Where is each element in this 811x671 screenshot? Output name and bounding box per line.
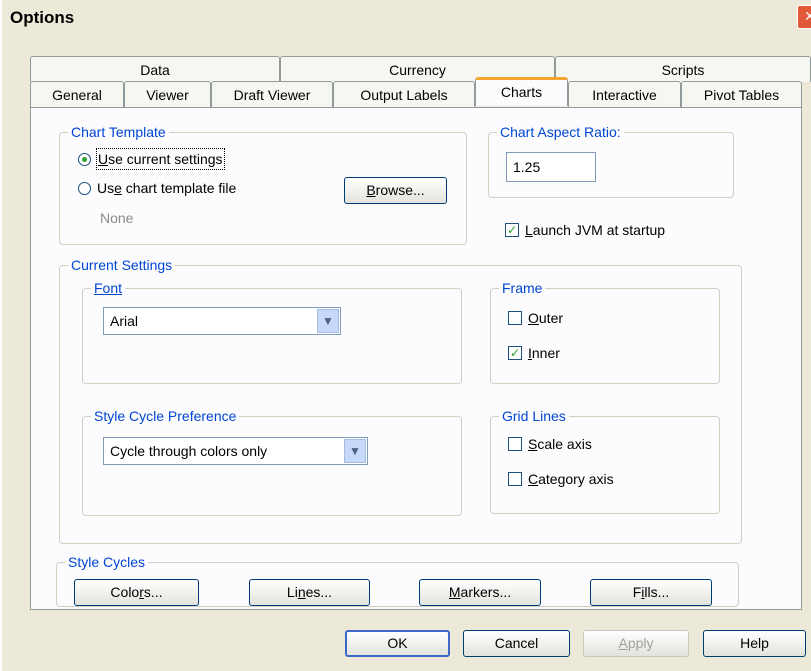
style-cycles-group: Style Cycles Colors... Lines... Markers.… [56, 554, 739, 607]
ok-button[interactable]: OK [345, 630, 450, 657]
tab-label: Viewer [146, 87, 189, 103]
close-button[interactable]: ✕ [797, 5, 811, 29]
chevron-down-icon[interactable]: ▼ [344, 439, 366, 463]
tab-viewer[interactable]: Viewer [124, 81, 211, 107]
font-group: Font Arial ▼ [82, 280, 462, 384]
checkbox-label: Inner [528, 345, 560, 361]
template-file-name: None [100, 210, 134, 226]
select-value: Arial [110, 313, 139, 329]
radio-label: Use current settings [96, 148, 225, 170]
use-current-settings-radio[interactable]: Use current settings [78, 148, 225, 170]
close-icon: ✕ [804, 8, 811, 24]
tab-label: Scripts [661, 62, 705, 78]
frame-group: Frame Outer ✓ Inner [490, 280, 720, 384]
tab-scripts[interactable]: Scripts [555, 56, 811, 82]
category-axis-checkbox[interactable]: Category axis [508, 469, 614, 489]
checkbox-label: Scale axis [528, 436, 592, 452]
checkbox-icon [508, 311, 522, 325]
tab-label: General [52, 87, 102, 103]
checkbox-icon [508, 472, 522, 486]
tab-label: Output Labels [360, 87, 448, 103]
group-label: Frame [499, 280, 546, 296]
tab-charts[interactable]: Charts [475, 77, 568, 106]
chart-template-group: Chart Template Use current settings Use … [59, 124, 467, 245]
group-label: Style Cycle Preference [91, 408, 240, 424]
tab-label: Interactive [592, 87, 657, 103]
markers-button[interactable]: Markers... [419, 579, 541, 606]
tab-label: Currency [389, 62, 446, 78]
lines-button[interactable]: Lines... [249, 579, 370, 606]
tab-draft-viewer[interactable]: Draft Viewer [211, 81, 333, 107]
window-title: Options [10, 8, 75, 27]
grid-lines-group: Grid Lines Scale axis Category axis [490, 408, 720, 514]
checkmark-icon: ✓ [505, 223, 519, 237]
help-button[interactable]: Help [703, 630, 806, 657]
tab-pivot-tables[interactable]: Pivot Tables [681, 81, 802, 107]
tab-label: Draft Viewer [233, 87, 311, 103]
aspect-ratio-input[interactable]: 1.25 [506, 152, 596, 182]
use-template-file-radio[interactable]: Use chart template file [78, 178, 236, 198]
colors-button[interactable]: Colors... [74, 579, 199, 606]
chevron-down-icon[interactable]: ▼ [317, 309, 339, 333]
font-select[interactable]: Arial ▼ [103, 307, 341, 335]
tab-output-labels[interactable]: Output Labels [333, 81, 475, 107]
scale-axis-checkbox[interactable]: Scale axis [508, 434, 592, 454]
group-label: Font [91, 280, 126, 296]
title-bar: Options ✕ [2, 0, 811, 34]
group-label: Style Cycles [65, 554, 149, 570]
radio-icon [78, 152, 91, 166]
tab-data[interactable]: Data [30, 56, 280, 82]
style-cycle-select[interactable]: Cycle through colors only ▼ [103, 437, 368, 465]
tab-label: Charts [500, 84, 543, 100]
checkbox-label: Category axis [528, 471, 614, 487]
radio-icon [78, 181, 91, 195]
inner-frame-checkbox[interactable]: ✓ Inner [508, 343, 560, 363]
browse-button[interactable]: Browse... [344, 177, 447, 204]
checkbox-label: Launch JVM at startup [525, 222, 666, 238]
group-label: Current Settings [68, 257, 176, 273]
checkbox-icon [508, 437, 522, 451]
radio-label: Use chart template file [97, 180, 237, 196]
tab-label: Pivot Tables [703, 87, 780, 103]
style-cycle-preference-group: Style Cycle Preference Cycle through col… [82, 408, 462, 516]
chart-aspect-ratio-group: Chart Aspect Ratio: 1.25 [488, 124, 734, 198]
group-label: Grid Lines [499, 408, 569, 424]
select-value: Cycle through colors only [110, 443, 268, 459]
checkbox-label: Outer [528, 310, 564, 326]
group-label: Chart Aspect Ratio: [497, 124, 624, 140]
outer-frame-checkbox[interactable]: Outer [508, 308, 563, 328]
apply-button[interactable]: Apply [583, 630, 689, 657]
checkmark-icon: ✓ [508, 346, 522, 360]
fills-button[interactable]: Fills... [590, 579, 712, 606]
cancel-button[interactable]: Cancel [463, 630, 570, 657]
current-settings-group: Current Settings Font Arial ▼ Frame Oute… [59, 257, 742, 544]
tab-general[interactable]: General [30, 81, 124, 107]
charts-tab-panel: Chart Template Use current settings Use … [30, 107, 802, 610]
tab-label: Data [140, 62, 170, 78]
launch-jvm-checkbox[interactable]: ✓ Launch JVM at startup [505, 220, 665, 240]
group-label: Chart Template [68, 124, 169, 140]
tab-interactive[interactable]: Interactive [568, 81, 681, 107]
